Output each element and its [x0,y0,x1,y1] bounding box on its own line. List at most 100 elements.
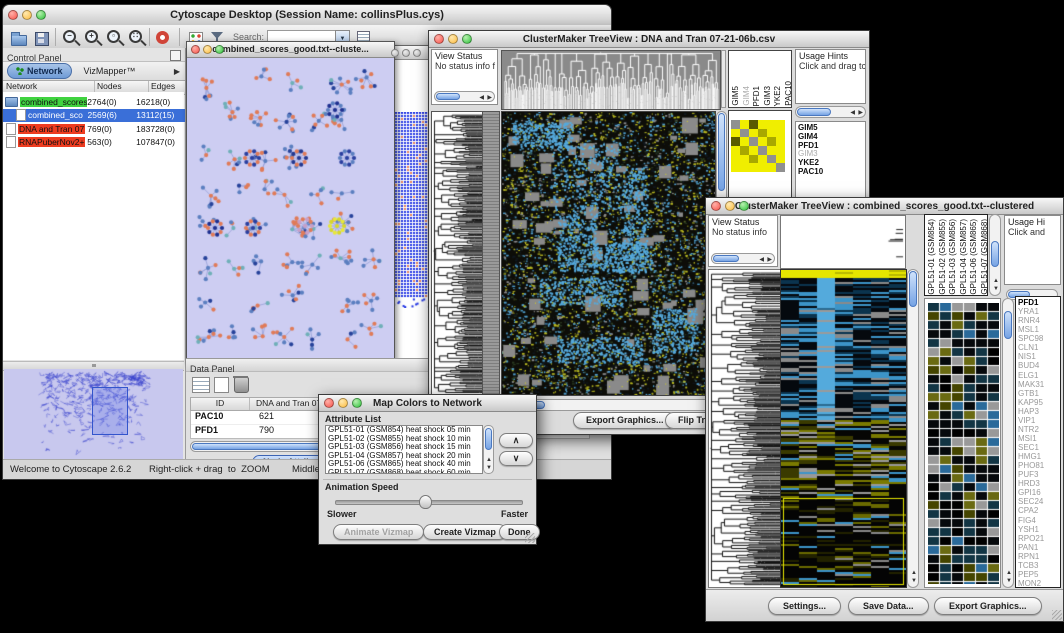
network-window-title-bar[interactable]: combined_scores_good.txt--cluste... [187,42,394,58]
minimize-button[interactable] [725,201,735,211]
list-item[interactable]: GIM5 [731,86,741,106]
column-dendrogram-canvas[interactable] [501,50,721,110]
move-down-button[interactable]: ∨ [499,451,533,466]
network-row-dna-tran[interactable]: DNA and Tran 07 769(0) 183728(0) [3,122,185,136]
matrix-cell[interactable] [758,120,767,129]
list-item[interactable]: FIG4 [1018,516,1060,525]
network-row-combined-scores[interactable]: combined_scores 2764(0) 16218(0) [3,95,185,109]
treeview-combined-title-bar[interactable]: ClusterMaker TreeView : combined_scores_… [706,198,1063,215]
list-item[interactable]: PAN1 [1018,543,1060,552]
list-item[interactable]: NIS1 [1018,352,1060,361]
network-overview-panel[interactable] [4,369,183,459]
list-item[interactable]: PFD1 [1018,298,1060,307]
matrix-cell[interactable] [758,155,767,164]
list-item[interactable]: GPI16 [1018,488,1060,497]
close-button[interactable] [8,10,18,20]
close-button[interactable] [391,49,399,57]
matrix-cell[interactable] [749,137,758,146]
list-item[interactable]: MAK31 [1018,380,1060,389]
network-row-selected[interactable]: combined_sco 2569(6) 13112(15) [3,109,185,123]
minimize-button[interactable] [448,34,458,44]
zoom-out-icon[interactable]: − [61,29,79,46]
view-status-scrollbar[interactable]: ◀▶ [711,253,775,264]
list-item[interactable]: ELG1 [1018,371,1060,380]
zoom-fit-icon[interactable]: ▫ [105,29,123,46]
list-item[interactable]: TCB3 [1018,561,1060,570]
matrix-cell[interactable] [731,129,740,138]
list-item[interactable]: MSL1 [1018,325,1060,334]
resize-grip[interactable] [1052,610,1062,620]
list-item[interactable]: GPL51-07 (GSM868) [980,219,989,295]
list-item[interactable]: RNR4 [1018,316,1060,325]
close-button[interactable] [191,45,200,54]
tab-vizmapper[interactable]: VizMapper™ [84,66,136,76]
list-item[interactable]: SEC24 [1018,497,1060,506]
list-item[interactable]: SPC98 [1018,334,1060,343]
combined-vscrollbar[interactable]: ▲▼ [907,269,919,588]
list-item[interactable]: PUF3 [1018,470,1060,479]
list-item[interactable]: NTR2 [1018,425,1060,434]
list-item[interactable]: PHO81 [1018,461,1060,470]
list-item[interactable]: RPO21 [1018,534,1060,543]
zoom-button[interactable] [739,201,749,211]
overview-selection-rect[interactable] [92,387,128,435]
matrix-cell[interactable] [767,120,776,129]
matrix-cell[interactable] [731,155,740,164]
row-dendrogram-canvas[interactable] [708,269,781,588]
matrix-cell[interactable] [740,120,749,129]
zoom-button[interactable] [413,49,421,57]
list-item[interactable]: CPA2 [1018,506,1060,515]
save-icon[interactable] [33,29,51,46]
labels-hscrollbar[interactable]: ◀▶ [795,106,866,118]
zoom-in-icon[interactable]: + [83,29,101,46]
list-item[interactable]: YKE2 [773,86,783,106]
list-item[interactable]: PAC10 [784,81,793,106]
main-title-bar[interactable]: Cytoscape Desktop (Session Name: collins… [3,5,611,26]
combined-heatmap-canvas[interactable] [780,269,907,588]
list-item[interactable]: HAP3 [1018,407,1060,416]
list-item[interactable]: PFD1 [752,86,762,106]
list-item[interactable]: MON2 [1018,579,1060,588]
open-folder-icon[interactable] [10,29,28,46]
minimize-button[interactable] [338,398,348,408]
overview-heatmap-canvas[interactable] [928,303,999,584]
list-item[interactable]: GPL51-01 (GSM854) [927,219,937,295]
matrix-cell[interactable] [776,120,785,129]
matrix-cell[interactable] [758,129,767,138]
float-panel-icon[interactable] [170,50,181,61]
zoom-button[interactable] [36,10,46,20]
speed-slider-thumb[interactable] [419,495,432,509]
matrix-cell[interactable] [767,129,776,138]
list-item[interactable]: HMG1 [1018,452,1060,461]
dna-heatmap-canvas[interactable] [501,111,716,396]
close-button[interactable] [324,398,334,408]
zoom-button[interactable] [352,398,362,408]
network-canvas[interactable] [187,58,392,362]
animate-vizmap-button[interactable]: Animate Vizmap [333,524,424,540]
view-status-scrollbar[interactable]: ◀▶ [434,91,495,102]
create-vizmap-button[interactable]: Create Vizmap [423,524,507,540]
resize-grip[interactable] [525,533,535,543]
new-attribute-icon[interactable] [214,377,229,393]
treeview-dna-title-bar[interactable]: ClusterMaker TreeView : DNA and Tran 07-… [429,31,869,48]
list-item[interactable]: GPL51-04 (GSM857) [959,219,969,295]
list-item[interactable]: SEC1 [1018,443,1060,452]
dendrogram-splitter[interactable] [721,50,726,108]
matrix-cell[interactable] [749,155,758,164]
list-item[interactable]: MSI1 [1018,434,1060,443]
dialog-title-bar[interactable]: Map Colors to Network [319,395,536,412]
list-item[interactable]: KAP95 [1018,398,1060,407]
matrix-cell[interactable] [767,137,776,146]
matrix-cell[interactable] [776,146,785,155]
help-lifesaver-icon[interactable] [155,29,173,46]
zoom-selected-icon[interactable]: ∷ [127,29,145,46]
row-dendrogram-canvas[interactable] [431,111,483,396]
list-item[interactable]: VIP1 [1018,416,1060,425]
matrix-cell[interactable] [776,137,785,146]
save-data-button[interactable]: Save Data... [848,597,929,615]
minimize-button[interactable] [402,49,410,57]
list-item[interactable]: BUD4 [1018,361,1060,370]
list-item[interactable]: YSH1 [1018,525,1060,534]
settings-button[interactable]: Settings... [768,597,841,615]
matrix-cell[interactable] [758,163,767,172]
